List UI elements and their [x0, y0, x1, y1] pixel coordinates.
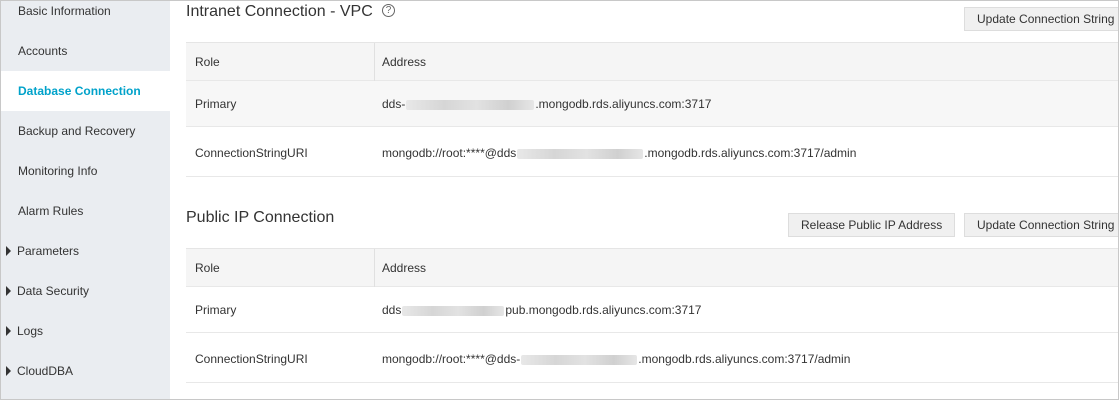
sidebar-item-database-connection[interactable]: Database Connection: [1, 71, 170, 111]
address-prefix: dds-: [382, 97, 406, 111]
redacted-block: [402, 305, 505, 316]
sidebar-item-label: Basic Information: [18, 4, 111, 18]
sidebar-item-label: Parameters: [17, 244, 80, 258]
role-cell: ConnectionStringURI: [195, 352, 308, 366]
caret-right-icon: [6, 326, 11, 336]
role-cell: Primary: [195, 97, 237, 111]
address-prefix: mongodb://root:****@dds: [382, 146, 517, 160]
sidebar-item-parameters[interactable]: Parameters: [1, 231, 170, 271]
sidebar-item-label: Alarm Rules: [18, 204, 84, 218]
caret-right-icon: [6, 366, 11, 376]
sidebar-item-basic-information[interactable]: Basic Information: [1, 1, 170, 31]
help-icon[interactable]: ?: [382, 4, 395, 17]
role-cell: ConnectionStringURI: [195, 146, 308, 160]
sidebar-item-label: Logs: [17, 324, 44, 338]
sidebar-item-clouddba[interactable]: CloudDBA: [1, 351, 170, 391]
redacted-block: [406, 99, 535, 110]
public-section-title: Public IP Connection: [186, 209, 335, 226]
vpc-update-connection-string-button[interactable]: Update Connection String: [964, 7, 1118, 31]
column-divider: [374, 43, 375, 81]
table-row: Primary dds- .mongodb.rds.aliyuncs.com:37…: [186, 81, 1118, 127]
sidebar-item-label: Data Security: [17, 284, 90, 298]
caret-right-icon: [6, 246, 11, 256]
public-update-connection-string-button[interactable]: Update Connection String: [964, 213, 1118, 237]
sidebar-item-label: Backup and Recovery: [18, 124, 136, 138]
table-row: ConnectionStringURI mongodb://root:****@…: [186, 333, 1118, 383]
address-suffix: .mongodb.rds.aliyuncs.com:3717/admin: [644, 146, 857, 160]
sidebar-item-label: Monitoring Info: [18, 164, 98, 178]
address-suffix: pub.mongodb.rds.aliyuncs.com:3717: [505, 303, 702, 317]
address-column-header: Address: [382, 55, 427, 69]
address-prefix: mongodb://root:****@dds-: [382, 352, 521, 366]
redacted-block: [521, 354, 638, 365]
sidebar-item-alarm-rules[interactable]: Alarm Rules: [1, 191, 170, 231]
caret-right-icon: [6, 286, 11, 296]
address-cell: mongodb://root:****@dds .mongodb.rds.aliy…: [382, 146, 856, 160]
role-column-header: Role: [195, 55, 220, 69]
address-cell: dds- .mongodb.rds.aliyuncs.com:3717: [382, 97, 711, 111]
main-content: Intranet Connection - VPC ? Update Conne…: [170, 1, 1118, 399]
table-row: ConnectionStringURI mongodb://root:****@…: [186, 127, 1118, 177]
vpc-section-title: Intranet Connection - VPC: [186, 3, 373, 20]
address-column-header: Address: [382, 261, 427, 275]
address-prefix: dds: [382, 303, 402, 317]
role-cell: Primary: [195, 303, 237, 317]
sidebar-item-data-security[interactable]: Data Security: [1, 271, 170, 311]
column-divider: [374, 249, 375, 287]
redacted-block: [517, 148, 644, 159]
role-column-header: Role: [195, 261, 220, 275]
sidebar-item-label: Database Connection: [18, 84, 141, 98]
address-cell: mongodb://root:****@dds- .mongodb.rds.ali…: [382, 352, 850, 366]
address-cell: dds pub.mongodb.rds.aliyuncs.com:3717: [382, 303, 701, 317]
address-suffix: .mongodb.rds.aliyuncs.com:3717/admin: [638, 352, 851, 366]
table-header-row: Role Address: [186, 249, 1118, 287]
sidebar-item-monitoring-info[interactable]: Monitoring Info: [1, 151, 170, 191]
sidebar-item-label: CloudDBA: [17, 364, 74, 378]
sidebar-item-backup-and-recovery[interactable]: Backup and Recovery: [1, 111, 170, 151]
sidebar-item-accounts[interactable]: Accounts: [1, 31, 170, 71]
public-connection-table: Role Address Primary dds pub.mongodb.rds.…: [186, 248, 1118, 383]
sidebar-item-label: Accounts: [18, 44, 68, 58]
table-header-row: Role Address: [186, 43, 1118, 81]
sidebar-item-logs[interactable]: Logs: [1, 311, 170, 351]
console-window: Basic Information Accounts Database Conn…: [0, 0, 1119, 400]
sidebar: Basic Information Accounts Database Conn…: [1, 1, 170, 399]
table-row: Primary dds pub.mongodb.rds.aliyuncs.com:…: [186, 287, 1118, 333]
release-public-ip-button[interactable]: Release Public IP Address: [788, 213, 956, 237]
address-suffix: .mongodb.rds.aliyuncs.com:3717: [535, 97, 712, 111]
vpc-connection-table: Role Address Primary dds- .mongodb.rds.al…: [186, 42, 1118, 177]
